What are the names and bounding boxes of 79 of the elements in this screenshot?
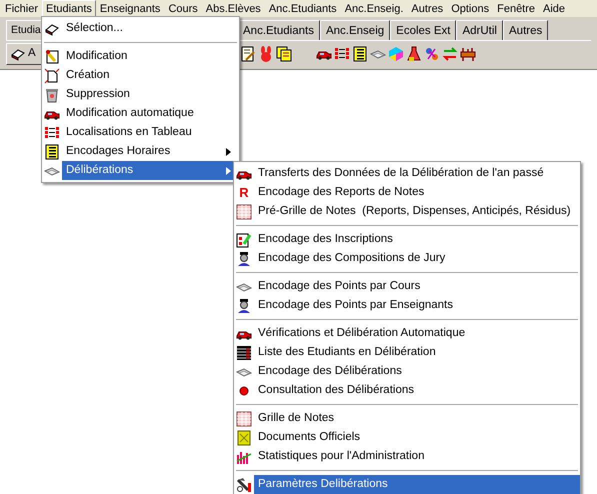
- menu-bar-item[interactable]: Etudiants: [42, 0, 96, 17]
- menu-item[interactable]: Consultation des Délibérations: [234, 381, 580, 400]
- menu-item-label: Paramètres Delibérations: [257, 476, 389, 492]
- menu-bar-item[interactable]: Options: [447, 0, 494, 17]
- menu-bar-item[interactable]: Autres: [407, 0, 448, 17]
- menu-item[interactable]: Suppression: [42, 85, 239, 104]
- rabbit-icon: [258, 46, 274, 62]
- menu-bar-item[interactable]: Anc.Etudiants: [264, 0, 341, 17]
- menu-item[interactable]: Statistiques pour l'Administration: [234, 447, 580, 466]
- menu-item[interactable]: R Encodage des Reports de Notes: [234, 183, 580, 202]
- cube-icon: [388, 46, 404, 62]
- menu-item[interactable]: Liste des Etudiants en Délibération: [234, 343, 580, 362]
- document-edit-icon: [240, 46, 256, 62]
- menu-bar-item[interactable]: Anc.Enseig.: [340, 0, 408, 17]
- menu-item-label: Création: [65, 68, 110, 83]
- submenu-arrow-icon: [226, 148, 231, 156]
- menu-item-label: Pré-Grille de Notes (Reports, Dispenses, Anticipés, Résidus): [257, 204, 572, 219]
- grid-arrows-icon: [44, 124, 60, 140]
- documents-icon: [276, 46, 292, 62]
- tools-icon: [236, 476, 252, 492]
- menu-item[interactable]: Modification automatique: [42, 104, 239, 123]
- submenu-arrow-icon: [226, 166, 231, 174]
- menu-item-label: Encodage des Inscriptions: [257, 232, 394, 247]
- tab[interactable]: Ecoles Ext: [390, 20, 456, 40]
- menu-item[interactable]: Encodage des Points par Enseignants: [234, 296, 580, 315]
- menu-item-label: Documents Officiels: [257, 430, 362, 445]
- menu-item-label: Suppression: [65, 86, 131, 102]
- menu-item[interactable]: Encodages Horaires: [42, 142, 239, 161]
- menu-bar-item[interactable]: Aide: [539, 0, 570, 17]
- menu-item[interactable]: Localisations en Tableau: [42, 123, 239, 142]
- menu-item-label: Consultation des Délibérations: [257, 382, 415, 398]
- menu-item-label: Encodage des Points par Cours: [257, 278, 422, 294]
- menu-item[interactable]: Encodage des Inscriptions: [234, 230, 580, 249]
- menu-item-label: Encodages Horaires: [65, 144, 172, 159]
- list-icon: [352, 46, 368, 62]
- checklist-icon: [236, 232, 252, 248]
- menu-item-label: Vérifications et Délibération Automatique: [257, 326, 466, 341]
- menu-bar-item[interactable]: Cours: [164, 0, 202, 17]
- tab[interactable]: Anc.Enseig: [320, 20, 390, 40]
- menu-item-label: Encodage des Reports de Notes: [257, 184, 426, 200]
- new-document-icon: [44, 68, 60, 84]
- flask-icon: [406, 46, 422, 62]
- person-icon: [236, 250, 252, 266]
- menu-item[interactable]: Encodage des Compositions de Jury: [234, 249, 580, 268]
- menu-item[interactable]: Pré-Grille de Notes (Reports, Dispenses, Anticipés, Résidus): [234, 202, 580, 221]
- menu-item-label: Sélection...: [65, 20, 124, 36]
- menu-bar-item[interactable]: Enseignants: [96, 0, 164, 17]
- menu-item-label: Statistiques pour l'Administration: [257, 448, 426, 464]
- grid-arrows-icon: [334, 46, 350, 62]
- menu-item[interactable]: Création: [42, 66, 239, 85]
- tab[interactable]: AdrUtil: [456, 20, 503, 40]
- grid-icon: [236, 204, 252, 220]
- menu-bar-item[interactable]: Abs.Elèves: [202, 0, 265, 17]
- menu-item-label: Encodage des Compositions de Jury: [257, 250, 446, 266]
- table-icon: [236, 344, 252, 360]
- menu-item-label: Modification automatique: [65, 106, 195, 121]
- trash-icon: [44, 86, 60, 102]
- menu-item-label: Localisations en Tableau: [65, 124, 193, 140]
- menu-item-label: Encodage des Délibérations: [257, 364, 403, 379]
- menu-item-label: Modification: [65, 48, 128, 64]
- menu-item[interactable]: Paramètres Delibérations: [234, 475, 580, 494]
- grid-icon: [236, 410, 252, 426]
- pencil-icon: [44, 48, 60, 64]
- r-icon: R: [239, 182, 249, 202]
- menu-bar-item[interactable]: Fichier: [1, 0, 42, 17]
- person-icon: [236, 298, 252, 314]
- menu-item[interactable]: Documents Officiels: [234, 428, 580, 447]
- menu-item[interactable]: Encodage des Points par Cours: [234, 277, 580, 296]
- menu-item-label: Liste des Etudiants en Délibération: [257, 344, 437, 360]
- menu-item-label: Encodage des Points par Enseignants: [257, 298, 454, 313]
- list-icon: [44, 144, 60, 160]
- menu-item-label: Transferts des Données de la Délibération de l'an passé: [257, 166, 545, 181]
- tab[interactable]: Autres: [503, 20, 548, 40]
- menu-item[interactable]: Encodage des Délibérations: [234, 362, 580, 381]
- menu-item[interactable]: Vérifications et Délibération Automatique: [234, 324, 580, 343]
- menu-item-label: Grille de Notes: [257, 410, 336, 426]
- menu-bar-item[interactable]: Fenêtre: [493, 0, 540, 17]
- menu-item[interactable]: Grille de Notes: [234, 409, 580, 428]
- menu-item-label: Délibérations: [65, 162, 134, 178]
